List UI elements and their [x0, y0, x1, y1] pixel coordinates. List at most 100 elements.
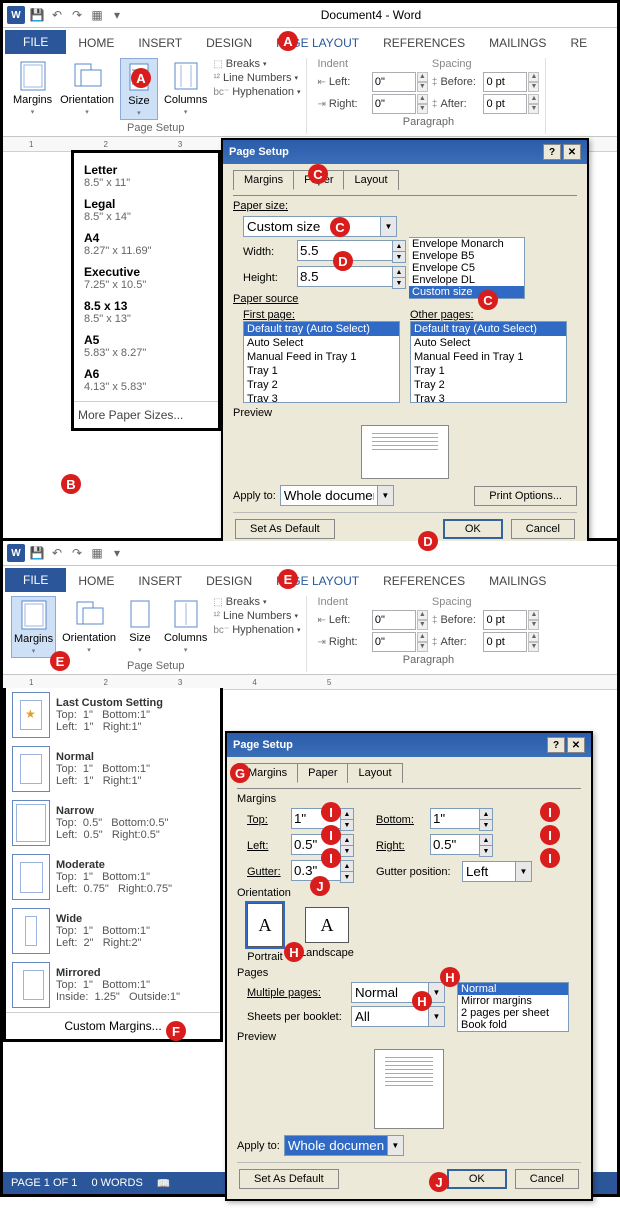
multiple-pages-option[interactable]: Mirror margins: [458, 995, 568, 1007]
apply-to-combo[interactable]: ▼: [280, 485, 394, 506]
tray-option[interactable]: Auto Select: [244, 336, 399, 350]
margin-top-input[interactable]: ▲▼: [291, 808, 354, 831]
columns-button[interactable]: Columns▾: [162, 596, 209, 656]
set-as-default-button[interactable]: Set As Default: [235, 519, 335, 539]
margin-preset[interactable]: NormalTop: 1" Bottom:1"Left: 1" Right:1": [6, 742, 220, 796]
sheets-per-booklet-combo[interactable]: ▼: [351, 1006, 445, 1027]
set-as-default-button[interactable]: Set As Default: [239, 1169, 339, 1189]
indent-left-input[interactable]: [372, 72, 416, 92]
size-option[interactable]: A64.13" x 5.83": [74, 363, 218, 397]
paper-height-input[interactable]: ▲▼: [297, 266, 406, 289]
cancel-button[interactable]: Cancel: [515, 1169, 579, 1189]
margin-preset[interactable]: ★Last Custom SettingTop: 1" Bottom:1"Lef…: [6, 688, 220, 742]
tray-option[interactable]: Tray 3: [411, 392, 566, 403]
paper-size-option[interactable]: Envelope C5: [409, 262, 524, 274]
ok-button[interactable]: OK: [447, 1169, 507, 1189]
margins-button[interactable]: Margins▾: [11, 596, 56, 658]
paper-size-combo[interactable]: ▼: [243, 216, 397, 237]
tab-file[interactable]: FILE: [5, 30, 66, 54]
tray-option[interactable]: Default tray (Auto Select): [411, 322, 566, 336]
dialog-tab-layout[interactable]: Layout: [347, 763, 402, 783]
tab-mailings[interactable]: MAILINGS: [477, 569, 558, 592]
tray-option[interactable]: Tray 2: [411, 378, 566, 392]
orientation-landscape[interactable]: ALandscape: [300, 907, 354, 959]
margin-preset[interactable]: MirroredTop: 1" Bottom:1"Inside: 1.25" O…: [6, 958, 220, 1012]
margin-preset[interactable]: ModerateTop: 1" Bottom:1"Left: 0.75" Rig…: [6, 850, 220, 904]
margin-right-input[interactable]: ▲▼: [430, 834, 493, 857]
tab-home[interactable]: HOME: [66, 31, 126, 54]
tab-insert[interactable]: INSERT: [126, 569, 194, 592]
indent-left-input[interactable]: [372, 610, 416, 630]
qat-dropdown-icon[interactable]: ▾: [109, 7, 125, 23]
gutter-position-combo[interactable]: ▼: [462, 861, 532, 882]
tab-references[interactable]: REFERENCES: [371, 31, 477, 54]
close-button[interactable]: ✕: [563, 144, 581, 160]
size-button[interactable]: Size▾: [120, 58, 158, 120]
gutter-input[interactable]: ▲▼: [291, 860, 354, 883]
paper-size-option[interactable]: Envelope Monarch: [409, 238, 524, 250]
orientation-button[interactable]: Orientation▾: [58, 58, 116, 118]
tray-option[interactable]: Tray 1: [411, 364, 566, 378]
margin-preset[interactable]: NarrowTop: 0.5" Bottom:0.5"Left: 0.5" Ri…: [6, 796, 220, 850]
tray-option[interactable]: Default tray (Auto Select): [244, 322, 399, 336]
save-icon[interactable]: 💾: [29, 7, 45, 23]
qat-dropdown-icon[interactable]: ▾: [109, 545, 125, 561]
indent-right-input[interactable]: [372, 94, 416, 114]
tab-file[interactable]: FILE: [5, 568, 66, 592]
size-option[interactable]: Executive7.25" x 10.5": [74, 261, 218, 295]
first-page-tray-list[interactable]: Default tray (Auto Select)Auto SelectMan…: [243, 321, 400, 403]
size-option[interactable]: Legal8.5" x 14": [74, 193, 218, 227]
tab-home[interactable]: HOME: [66, 569, 126, 592]
orientation-button[interactable]: Orientation▾: [60, 596, 118, 656]
print-icon[interactable]: ▦: [89, 545, 105, 561]
breaks-button[interactable]: ⬚Breaks ▾: [213, 58, 300, 70]
hyphenation-button[interactable]: bc⁻Hyphenation ▾: [213, 624, 300, 636]
paper-size-option[interactable]: Envelope DL: [409, 274, 524, 286]
help-button[interactable]: ?: [547, 737, 565, 753]
tab-page-layout[interactable]: PAGE LAYOUT: [264, 31, 371, 54]
size-option[interactable]: 8.5 x 138.5" x 13": [74, 295, 218, 329]
tab-page-layout[interactable]: PAGE LAYOUT: [264, 569, 371, 592]
print-icon[interactable]: ▦: [89, 7, 105, 23]
tab-insert[interactable]: INSERT: [126, 31, 194, 54]
paper-size-option[interactable]: Custom size: [409, 286, 524, 298]
multiple-pages-option[interactable]: Book fold: [458, 1019, 568, 1031]
margin-preset[interactable]: WideTop: 1" Bottom:1"Left: 2" Right:2": [6, 904, 220, 958]
cancel-button[interactable]: Cancel: [511, 519, 575, 539]
tab-design[interactable]: DESIGN: [194, 31, 264, 54]
line-numbers-button[interactable]: ¹²Line Numbers ▾: [213, 610, 300, 622]
indent-right-input[interactable]: [372, 632, 416, 652]
multiple-pages-option[interactable]: Normal: [458, 983, 568, 995]
redo-icon[interactable]: ↷: [69, 7, 85, 23]
spacing-before-input[interactable]: [483, 610, 527, 630]
tab-mailings[interactable]: MAILINGS: [477, 31, 558, 54]
spacing-after-input[interactable]: [483, 632, 527, 652]
size-option[interactable]: A55.83" x 8.27": [74, 329, 218, 363]
paper-size-options[interactable]: Envelope MonarchEnvelope B5Envelope C5En…: [409, 237, 525, 299]
line-numbers-button[interactable]: ¹²Line Numbers ▾: [213, 72, 300, 84]
multiple-pages-combo[interactable]: ▼: [351, 982, 445, 1003]
other-pages-tray-list[interactable]: Default tray (Auto Select)Auto SelectMan…: [410, 321, 567, 403]
tray-option[interactable]: Tray 1: [244, 364, 399, 378]
orientation-portrait[interactable]: APortrait: [247, 903, 283, 963]
apply-to-combo[interactable]: ▼: [284, 1135, 404, 1156]
multiple-pages-options[interactable]: NormalMirror margins2 pages per sheetBoo…: [457, 982, 569, 1032]
spacing-before-input[interactable]: [483, 72, 527, 92]
tray-option[interactable]: Tray 3: [244, 392, 399, 403]
dialog-tab-paper[interactable]: Paper: [293, 170, 344, 190]
help-button[interactable]: ?: [543, 144, 561, 160]
margin-bottom-input[interactable]: ▲▼: [430, 808, 493, 831]
margin-left-input[interactable]: ▲▼: [291, 834, 354, 857]
breaks-button[interactable]: ⬚Breaks ▾: [213, 596, 300, 608]
dialog-tab-margins[interactable]: Margins: [233, 170, 294, 190]
tab-references[interactable]: REFERENCES: [371, 569, 477, 592]
proofing-icon[interactable]: 📖: [157, 1177, 171, 1190]
more-paper-sizes[interactable]: More Paper Sizes...: [78, 408, 183, 422]
tray-option[interactable]: Tray 2: [244, 378, 399, 392]
redo-icon[interactable]: ↷: [69, 545, 85, 561]
dialog-tab-paper[interactable]: Paper: [297, 763, 348, 783]
print-options-button[interactable]: Print Options...: [474, 486, 577, 506]
spacing-after-input[interactable]: [483, 94, 527, 114]
undo-icon[interactable]: ↶: [49, 7, 65, 23]
close-button[interactable]: ✕: [567, 737, 585, 753]
